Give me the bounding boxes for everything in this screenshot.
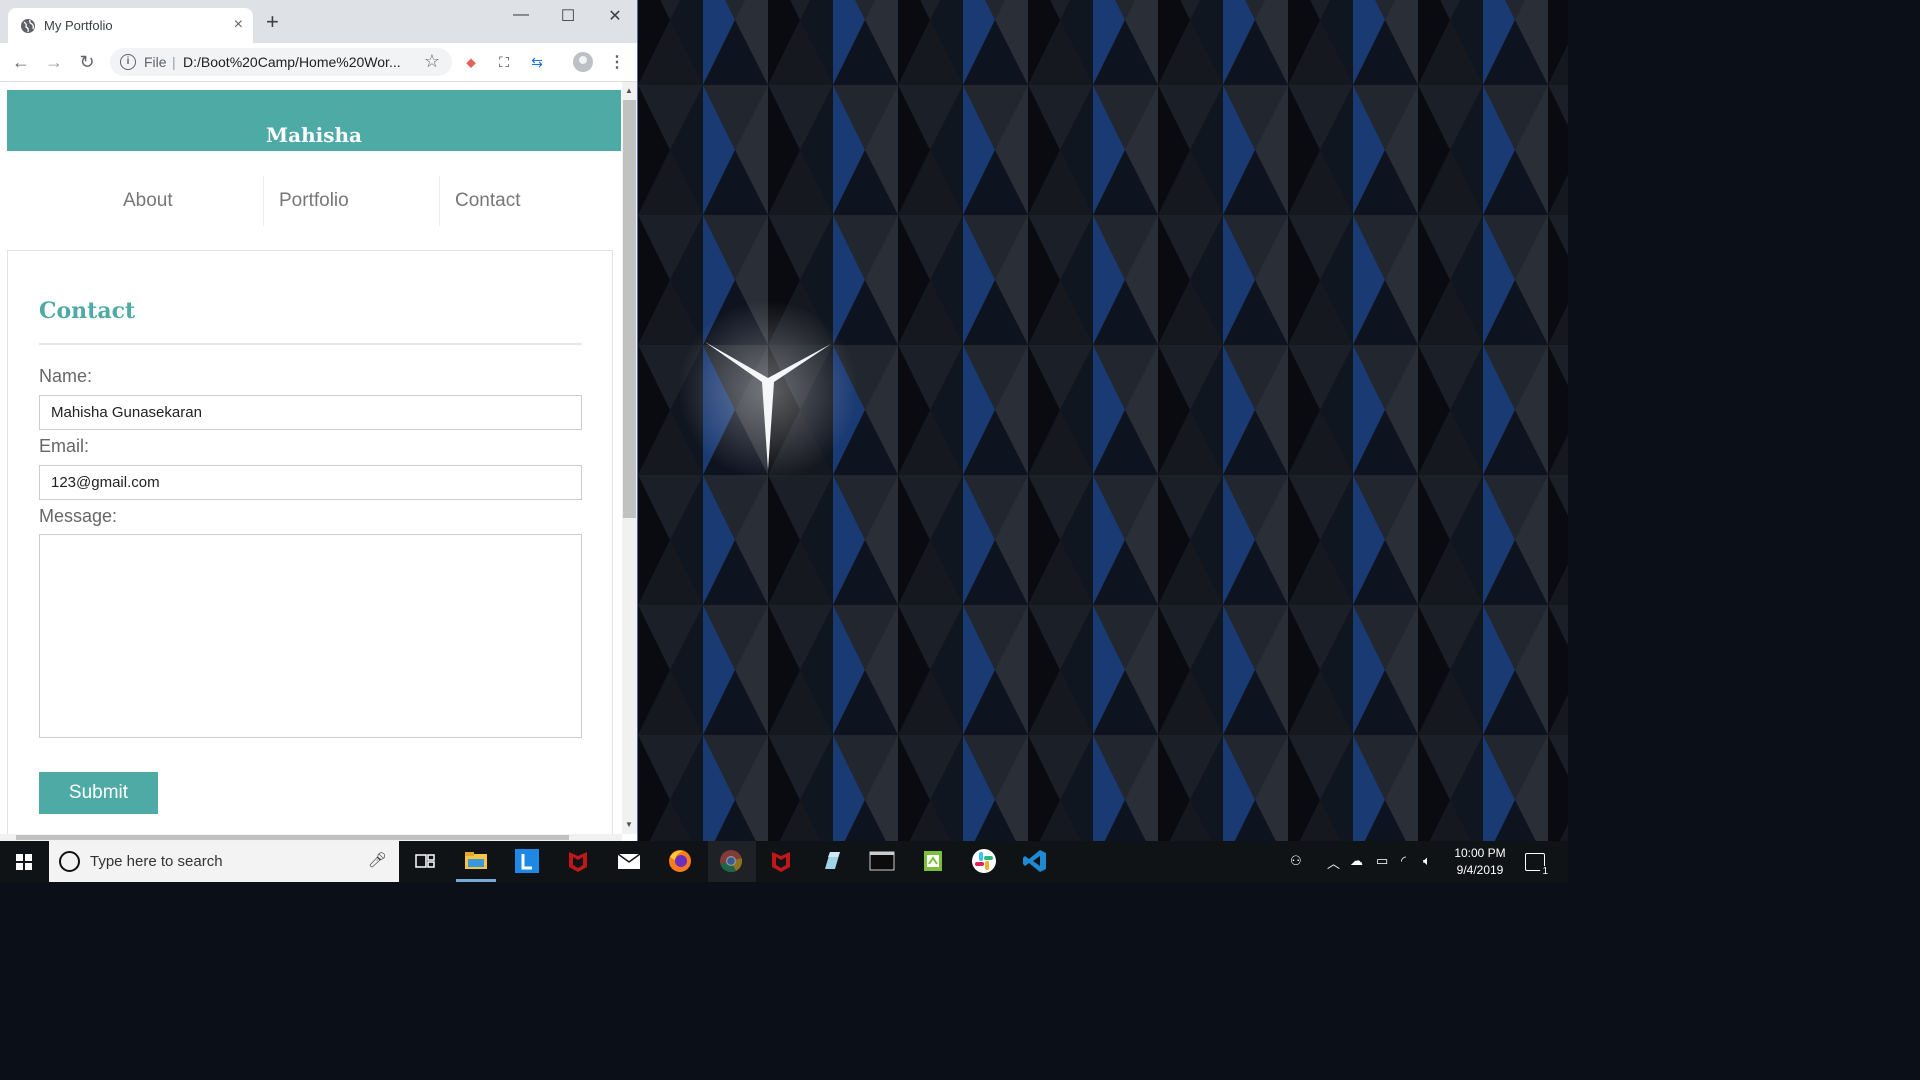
task-view-icon[interactable] [411,847,439,875]
vertical-scrollbar[interactable]: ▲ ▼ [622,82,637,834]
mail-icon[interactable] [615,847,643,875]
globe-icon [21,19,35,33]
nav-about[interactable]: About [123,190,173,212]
url-scheme: File [144,54,167,70]
info-icon[interactable]: i [120,54,136,70]
maximize-button[interactable]: ☐ [556,6,580,26]
windows-start-icon[interactable] [0,841,48,882]
close-window-button[interactable]: ✕ [603,6,627,26]
terminal-icon[interactable] [868,847,896,875]
nav-portfolio[interactable]: Portfolio [279,190,349,212]
onedrive-icon[interactable]: ☁ [1350,853,1363,869]
heading-divider [39,343,582,345]
url-text[interactable]: D:/Boot%20Camp/Home%20Wor... [183,54,401,70]
wallpaper-pattern [638,0,1568,841]
site-nav: About Portfolio Contact [7,176,617,226]
wifi-icon[interactable]: ◜ [1401,853,1406,869]
mcafee-icon[interactable] [564,847,592,875]
firefox-icon[interactable] [666,847,694,875]
extension-screenshot-icon[interactable]: ⛶ [495,53,513,71]
url-separator: | [172,54,176,70]
contact-card: Contact Name: Email: Message: Submit [7,250,613,834]
name-label: Name: [39,366,93,386]
desktop-wallpaper [638,0,1568,841]
back-button[interactable]: ← [9,51,33,75]
nav-contact[interactable]: Contact [455,190,520,212]
cortana-icon[interactable] [59,851,80,872]
tab-title: My Portfolio [44,18,113,33]
clock-time: 10:00 PM [1454,846,1506,860]
people-icon[interactable]: ⚇ [1290,853,1302,869]
battery-icon[interactable]: ▭ [1376,853,1388,869]
sticky-notes-icon[interactable] [919,847,947,875]
nav-divider [263,176,264,226]
volume-icon[interactable]: 🔈︎ [1423,853,1431,869]
vscode-icon[interactable] [1021,847,1049,875]
taskbar: Type here to search 🎤︎ ⚇ ︿ ☁ ▭ ◜ 🔈︎ 10:0… [0,841,1568,882]
message-field[interactable] [39,534,582,738]
horizontal-scrollbar[interactable] [0,834,622,841]
browser-menu-icon[interactable]: ⋮ [609,52,625,72]
address-bar[interactable]: i File | D:/Boot%20Camp/Home%20Wor... ☆ [110,48,452,76]
message-label: Message: [39,506,118,526]
scroll-up-icon[interactable]: ▲ [625,86,633,95]
contact-heading: Contact [39,298,136,324]
minimize-button[interactable]: — [509,6,533,26]
notification-center-icon[interactable]: 1 [1525,853,1550,877]
reload-button[interactable]: ↻ [75,51,99,75]
notepad-icon[interactable] [818,847,846,875]
notification-count-badge: 1 [1540,866,1550,877]
show-hidden-icons-chevron-icon[interactable]: ︿ [1327,853,1340,872]
site-header: Mahisha [7,90,621,151]
submit-button[interactable]: Submit [39,772,158,814]
extension-record-icon[interactable]: ⬥ [462,53,480,71]
extension-sync-icon[interactable]: ⇆ [528,53,546,71]
browser-titlebar: My Portfolio × + — ☐ ✕ [0,0,637,43]
site-name: Mahisha [266,123,362,147]
page-viewport: Mahisha About Portfolio Contact Contact … [0,82,622,834]
search-placeholder: Type here to search [90,853,223,870]
taskbar-search[interactable]: Type here to search 🎤︎ [49,841,399,882]
browser-toolbar: ← → ↻ i File | D:/Boot%20Camp/Home%20Wor… [0,43,637,82]
tab-close-icon[interactable]: × [234,16,243,34]
nav-divider [439,176,440,226]
vertical-scroll-thumb[interactable] [623,100,636,518]
scroll-down-icon[interactable]: ▼ [625,820,633,829]
email-field[interactable] [39,465,582,500]
new-tab-button[interactable]: + [266,11,279,33]
clock-date: 9/4/2019 [1456,863,1504,877]
email-label: Email: [39,436,90,456]
forward-button[interactable]: → [42,51,66,75]
chrome-running-highlight [708,841,756,882]
lenovo-vantage-icon[interactable] [513,847,541,875]
mcafee-livesafe-icon[interactable] [767,847,795,875]
horizontal-scroll-thumb[interactable] [16,835,569,840]
tab-my-portfolio[interactable]: My Portfolio × [8,8,253,43]
taskbar-clock[interactable]: 10:00 PM 9/4/2019 [1438,845,1522,879]
file-explorer-icon[interactable] [462,847,490,875]
microphone-icon[interactable]: 🎤︎ [368,851,387,869]
slack-icon[interactable] [970,847,998,875]
name-field[interactable] [39,395,582,430]
browser-window: My Portfolio × + — ☐ ✕ ← → ↻ i File | D:… [0,0,638,841]
bookmark-star-icon[interactable]: ☆ [424,51,440,72]
profile-avatar-icon[interactable] [573,52,593,72]
taskbar-active-indicator [456,879,496,882]
